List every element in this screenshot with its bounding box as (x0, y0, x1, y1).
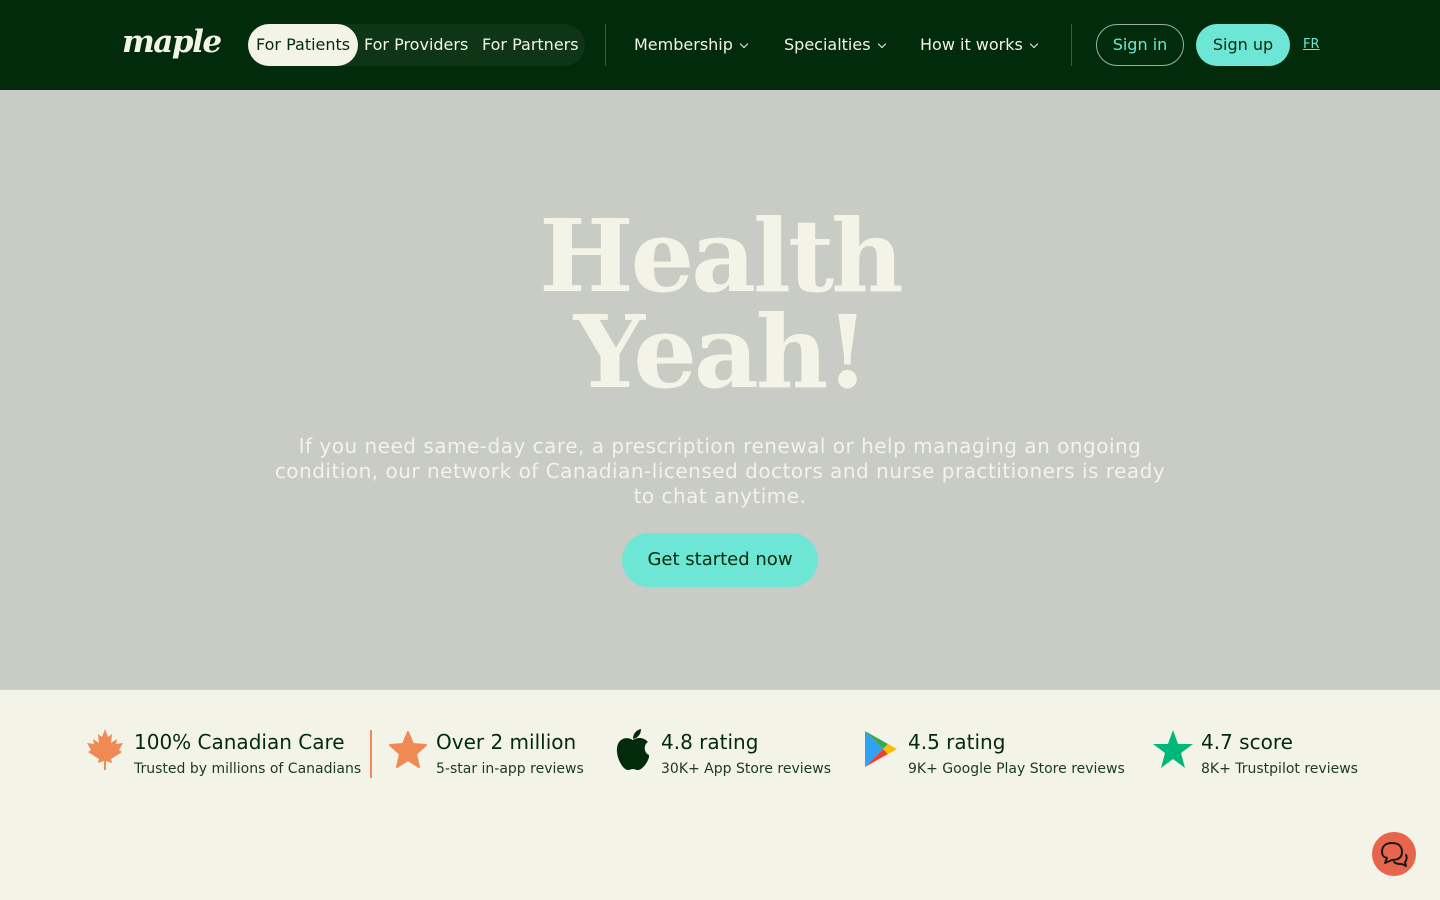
headline-line-2: Yeah! (573, 293, 870, 411)
audience-switcher: For Patients For Providers For Partners (248, 24, 585, 66)
stat-title: 4.5 rating (908, 730, 1006, 754)
star-icon (389, 731, 427, 768)
maple-leaf-icon (87, 729, 123, 770)
trustpilot-star-icon (1153, 730, 1193, 768)
menu-how-it-works[interactable]: How it works (920, 24, 1039, 66)
language-toggle[interactable]: FR (1303, 37, 1320, 52)
hero-subtext: If you need same-day care, a prescriptio… (274, 434, 1166, 508)
google-play-icon (865, 731, 897, 767)
tab-for-providers[interactable]: For Providers (364, 24, 468, 66)
top-navigation: maple For Patients For Providers For Par… (0, 0, 1440, 90)
stat-subtitle: 9K+ Google Play Store reviews (908, 761, 1125, 777)
chat-widget-button[interactable] (1372, 832, 1416, 876)
sign-in-button[interactable]: Sign in (1096, 24, 1184, 66)
stat-title: 4.7 score (1201, 730, 1293, 754)
stat-subtitle: Trusted by millions of Canadians (134, 761, 362, 777)
stat-title: 4.8 rating (661, 730, 759, 754)
menu-membership-label: Membership (634, 35, 733, 54)
nav-divider (1071, 24, 1072, 66)
menu-how-it-works-label: How it works (920, 35, 1023, 54)
menu-specialties-label: Specialties (784, 35, 871, 54)
menu-specialties[interactable]: Specialties (784, 24, 886, 66)
hero-headline: Health Yeah! (0, 206, 1440, 402)
get-started-button[interactable]: Get started now (622, 533, 818, 587)
chevron-down-icon (1029, 39, 1039, 49)
sign-up-button[interactable]: Sign up (1196, 24, 1290, 66)
stat-title: 100% Canadian Care (134, 730, 345, 754)
chevron-down-icon (739, 39, 749, 49)
stat-subtitle: 5-star in-app reviews (436, 761, 584, 777)
nav-divider (605, 24, 606, 66)
stat-subtitle: 8K+ Trustpilot reviews (1201, 761, 1358, 777)
stat-divider (370, 730, 372, 778)
tab-for-partners[interactable]: For Partners (482, 24, 579, 66)
menu-membership[interactable]: Membership (634, 24, 749, 66)
chevron-down-icon (877, 39, 886, 49)
stat-subtitle: 30K+ App Store reviews (661, 761, 832, 777)
tab-for-patients[interactable]: For Patients (248, 24, 359, 66)
apple-icon (616, 729, 650, 770)
hero-section: Health Yeah! If you need same-day care, … (0, 90, 1440, 690)
maple-logo[interactable]: maple (122, 24, 222, 60)
chat-bubbles-icon (1381, 842, 1408, 867)
stat-title: Over 2 million (436, 730, 577, 754)
